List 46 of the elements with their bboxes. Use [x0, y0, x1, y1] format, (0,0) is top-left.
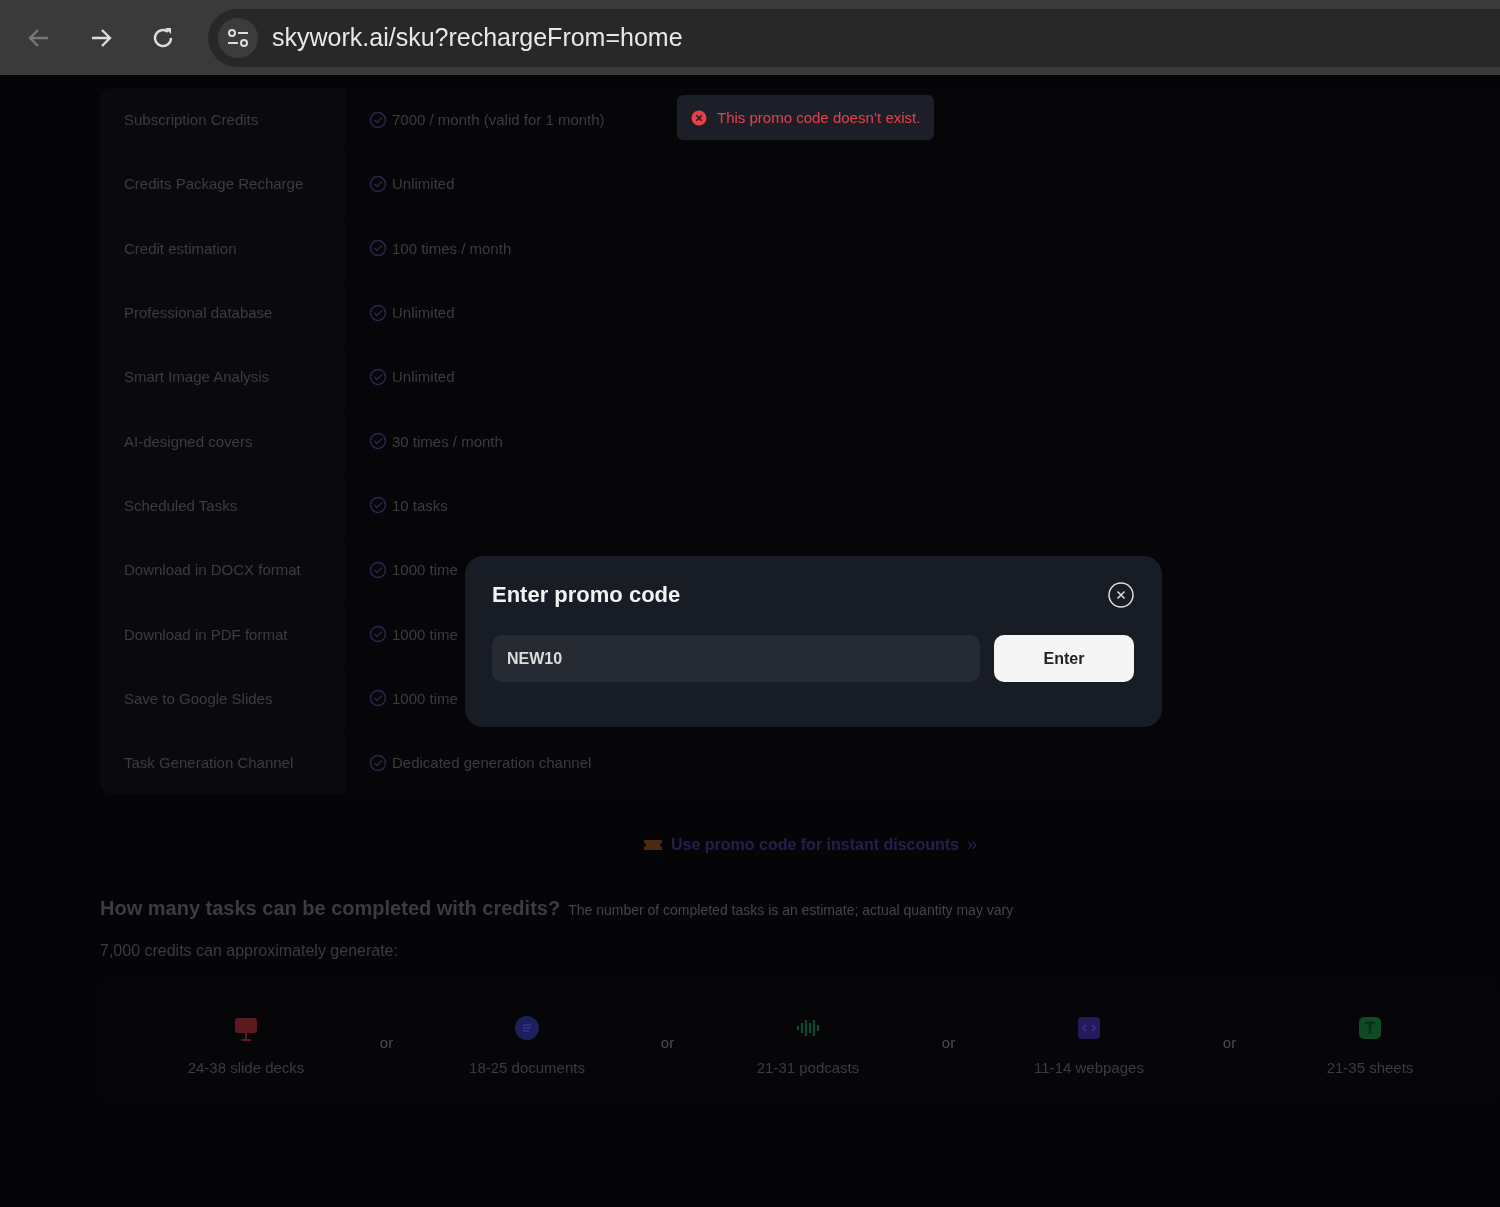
estimate-note: The number of completed tasks is an estimate; actual quantity may vary — [568, 902, 1014, 919]
task-estimate: 18-25 documents — [469, 1059, 585, 1077]
feature-value: 100 times / month — [392, 239, 512, 257]
feature-value: 10 tasks — [392, 496, 448, 514]
check-icon — [369, 689, 387, 708]
promo-code-field[interactable]: NEW10 — [492, 635, 980, 682]
check-icon — [369, 625, 387, 643]
section-subtitle: 7,000 credits can approximately generate: — [100, 942, 399, 961]
section-title: How many tasks can be completed with credits? — [100, 897, 561, 921]
or-separator: or — [379, 1033, 394, 1051]
error-icon — [691, 109, 707, 126]
task-estimate: 24-38 slide decks — [187, 1059, 305, 1077]
error-message: This promo code doesn’t exist. — [717, 109, 921, 126]
task-estimate: 21-31 podcasts — [756, 1059, 860, 1077]
check-icon — [369, 432, 387, 451]
close-icon[interactable] — [1108, 582, 1134, 608]
check-icon — [369, 303, 387, 322]
address-field[interactable]: skywork.ai/sku?rechargeFrom=home — [272, 23, 683, 52]
or-separator: or — [660, 1033, 675, 1051]
check-icon — [369, 560, 387, 579]
feature-value: 1000 time — [392, 625, 458, 643]
check-icon — [369, 367, 387, 386]
feature-value: Unlimited — [392, 368, 455, 386]
check-icon — [369, 174, 387, 193]
feature-value: Unlimited — [392, 304, 455, 322]
settings-icon — [226, 26, 250, 49]
enter-button[interactable]: Enter — [994, 635, 1134, 682]
task-estimate: 21-35 sheets — [1326, 1059, 1414, 1077]
feature-value: 30 times / month — [392, 432, 503, 450]
feature-value: 1000 time — [392, 561, 458, 579]
check-icon — [369, 753, 387, 772]
site-settings-button[interactable] — [218, 17, 258, 58]
webpage-icon — [1076, 1015, 1102, 1042]
check-icon — [369, 239, 387, 258]
feature-value: Dedicated generation channel — [392, 754, 592, 772]
feature-value: Unlimited — [392, 175, 455, 193]
dialog-title: Enter promo code — [492, 582, 681, 608]
task-estimate: 11-14 webpages — [1034, 1059, 1144, 1077]
document-icon — [514, 1015, 540, 1042]
or-separator: or — [1222, 1033, 1237, 1051]
or-separator: or — [941, 1033, 956, 1051]
feature-value: 1000 time — [392, 689, 458, 707]
sheet-icon — [1357, 1015, 1383, 1042]
feature-value: 7000 / month (valid for 1 month) — [392, 111, 605, 129]
check-icon — [369, 110, 387, 129]
check-icon — [369, 496, 387, 515]
